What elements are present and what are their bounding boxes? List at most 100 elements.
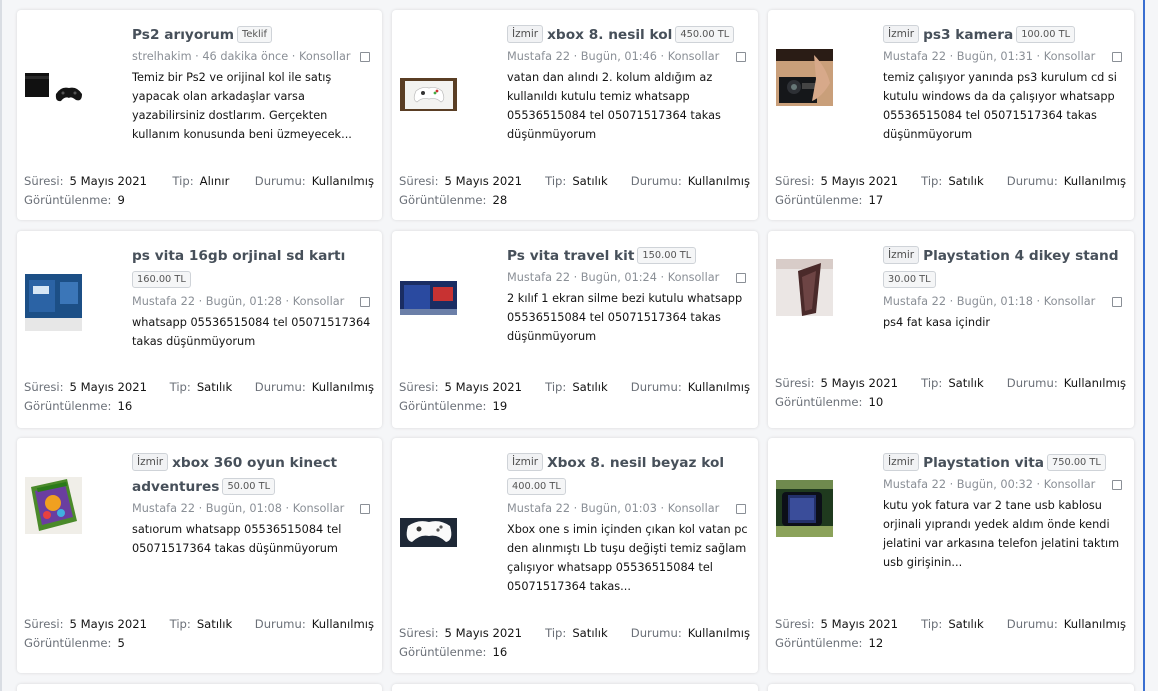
ps2-console-image[interactable] bbox=[25, 58, 82, 115]
type-field: Tip: Satılık bbox=[921, 376, 984, 390]
type-field: Tip: Satılık bbox=[921, 617, 984, 631]
seller-name[interactable]: Mustafa 22 bbox=[132, 502, 195, 515]
condition-field: Durumu: Kullanılmış bbox=[1006, 617, 1126, 631]
listing-card-partial[interactable] bbox=[17, 684, 382, 691]
category-link[interactable]: Konsollar bbox=[1044, 50, 1096, 63]
duration-field: Süresi: 5 Mayıs 2021 bbox=[24, 174, 148, 188]
seller-name[interactable]: Mustafa 22 bbox=[507, 50, 570, 63]
ps3-camera-image[interactable] bbox=[776, 49, 833, 106]
duration-field: Süresi: 5 Mayıs 2021 bbox=[399, 626, 523, 640]
listing-title-row: Ps2 arıyorum Teklif bbox=[132, 23, 372, 47]
seller-name[interactable]: Mustafa 22 bbox=[883, 50, 946, 63]
listing-card[interactable]: Ps2 arıyorum Teklif strelhakim · 46 dakik… bbox=[17, 10, 382, 220]
listing-description: satıorum whatsapp 05536515084 tel 050715… bbox=[132, 523, 342, 555]
category-link[interactable]: Konsollar bbox=[1044, 478, 1096, 491]
duration-field: Süresi: 5 Mayıs 2021 bbox=[775, 174, 899, 188]
condition-field: Durumu: Kullanılmış bbox=[630, 174, 750, 188]
ps-vita-image[interactable] bbox=[776, 480, 833, 537]
listing-title[interactable]: Ps2 arıyorum bbox=[132, 27, 234, 43]
category-link[interactable]: Konsollar bbox=[293, 295, 345, 308]
listing-title[interactable]: ps3 kamera bbox=[923, 27, 1013, 43]
type-field: Tip: Satılık bbox=[921, 174, 984, 188]
listing-card[interactable]: İzmir Playstation 4 dikey stand 30.00 TL M… bbox=[768, 231, 1134, 428]
listing-description: vatan dan alındı 2. kolum aldığım az kul… bbox=[507, 71, 721, 141]
views-field: Görüntülenme: 12 bbox=[775, 636, 884, 650]
listing-card[interactable]: İzmir xbox 360 oyun kinect adventures 50.0… bbox=[17, 438, 382, 673]
select-checkbox[interactable] bbox=[736, 52, 746, 62]
price-badge: 30.00 TL bbox=[883, 271, 936, 288]
select-checkbox[interactable] bbox=[360, 297, 370, 307]
seller-name[interactable]: Mustafa 22 bbox=[132, 295, 195, 308]
vertical-stand-image[interactable] bbox=[776, 259, 833, 316]
listing-card[interactable]: İzmir Playstation vita 750.00 TL Mustafa 2… bbox=[768, 438, 1134, 673]
category-link[interactable]: Konsollar bbox=[299, 50, 351, 63]
seller-name[interactable]: Mustafa 22 bbox=[507, 271, 570, 284]
page-left-border bbox=[0, 0, 2, 691]
posted-time: 46 dakika önce bbox=[202, 50, 289, 63]
posted-time: Bugün, 00:32 bbox=[956, 478, 1033, 491]
travel-kit-image[interactable] bbox=[400, 271, 457, 328]
duration-field: Süresi: 5 Mayıs 2021 bbox=[24, 380, 148, 394]
posted-time: Bugün, 01:24 bbox=[580, 271, 657, 284]
category-link[interactable]: Konsollar bbox=[668, 271, 720, 284]
white-controller-image[interactable] bbox=[400, 504, 457, 561]
price-badge: 450.00 TL bbox=[675, 26, 735, 43]
seller-name[interactable]: Mustafa 22 bbox=[507, 502, 570, 515]
listing-footer: Süresi: 5 Mayıs 2021 Tip: Satılık Durumu: K… bbox=[24, 615, 374, 653]
listing-footer: Süresi: 5 Mayıs 2021 Tip: Satılık Durumu: K… bbox=[775, 615, 1126, 653]
listing-footer: Süresi: 5 Mayıs 2021 Tip: Alınır Durumu: Ku… bbox=[24, 172, 374, 210]
type-field: Tip: Satılık bbox=[545, 626, 608, 640]
listing-card[interactable]: İzmir xbox 8. nesil kol 450.00 TL Mustafa … bbox=[392, 10, 758, 220]
category-link[interactable]: Konsollar bbox=[668, 50, 720, 63]
type-field: Tip: Satılık bbox=[545, 380, 608, 394]
listing-title[interactable]: Ps vita travel kit bbox=[507, 248, 634, 264]
seller-name[interactable]: strelhakim bbox=[132, 50, 192, 63]
listing-card-partial[interactable] bbox=[392, 684, 758, 691]
listing-footer: Süresi: 5 Mayıs 2021 Tip: Satılık Durumu: K… bbox=[775, 374, 1126, 412]
select-checkbox[interactable] bbox=[1112, 297, 1122, 307]
listing-title-row: İzmir ps3 kamera 100.00 TL bbox=[883, 23, 1124, 47]
duration-field: Süresi: 5 Mayıs 2021 bbox=[399, 380, 523, 394]
views-field: Görüntülenme: 5 bbox=[24, 636, 125, 650]
listing-description: kutu yok fatura var 2 tane usb kablosu o… bbox=[883, 499, 1120, 569]
category-link[interactable]: Konsollar bbox=[1044, 295, 1096, 308]
seller-name[interactable]: Mustafa 22 bbox=[883, 478, 946, 491]
listing-description: Xbox one s imin içinden çıkan kol vatan … bbox=[507, 523, 748, 593]
listing-title[interactable]: ps vita 16gb orjinal sd kartı bbox=[132, 248, 345, 264]
listing-description: whatsapp 05536515084 tel 05071517364 tak… bbox=[132, 316, 371, 348]
category-link[interactable]: Konsollar bbox=[668, 502, 720, 515]
seller-name[interactable]: Mustafa 22 bbox=[883, 295, 946, 308]
price-badge: 150.00 TL bbox=[637, 247, 697, 264]
listing-title[interactable]: xbox 8. nesil kol bbox=[547, 27, 672, 43]
select-checkbox[interactable] bbox=[360, 504, 370, 514]
xbox-controller-image[interactable] bbox=[400, 66, 457, 123]
listing-card[interactable]: Ps vita travel kit 150.00 TL Mustafa 22 ·… bbox=[392, 231, 758, 428]
listing-title-row: İzmir xbox 360 oyun kinect adventures 50.0… bbox=[132, 451, 372, 499]
posted-time: Bugün, 01:28 bbox=[205, 295, 282, 308]
listing-card[interactable]: İzmir Xbox 8. nesil beyaz kol 400.00 TL Mu… bbox=[392, 438, 758, 673]
select-checkbox[interactable] bbox=[360, 52, 370, 62]
listing-title[interactable]: Playstation vita bbox=[923, 455, 1044, 471]
select-checkbox[interactable] bbox=[736, 273, 746, 283]
game-case-image[interactable] bbox=[25, 477, 82, 534]
listing-card-partial[interactable] bbox=[768, 684, 1134, 691]
listing-title[interactable]: Xbox 8. nesil beyaz kol bbox=[547, 455, 724, 471]
type-field: Tip: Satılık bbox=[545, 174, 608, 188]
listing-meta: Mustafa 22 · Bugün, 01:24 · Konsollar bbox=[507, 269, 748, 287]
category-link[interactable]: Konsollar bbox=[293, 502, 345, 515]
posted-time: Bugün, 01:18 bbox=[956, 295, 1033, 308]
listing-footer: Süresi: 5 Mayıs 2021 Tip: Satılık Durumu: K… bbox=[399, 624, 750, 662]
price-badge: 100.00 TL bbox=[1016, 26, 1076, 43]
select-checkbox[interactable] bbox=[736, 504, 746, 514]
location-badge: İzmir bbox=[883, 246, 920, 264]
posted-time: Bugün, 01:03 bbox=[580, 502, 657, 515]
listing-card[interactable]: İzmir ps3 kamera 100.00 TL Mustafa 22 · Bu… bbox=[768, 10, 1134, 220]
condition-field: Durumu: Kullanılmış bbox=[254, 617, 374, 631]
listing-card[interactable]: ps vita 16gb orjinal sd kartı 160.00 TL M… bbox=[17, 231, 382, 428]
memory-card-image[interactable] bbox=[25, 274, 82, 331]
location-badge: İzmir bbox=[132, 453, 169, 471]
select-checkbox[interactable] bbox=[1112, 52, 1122, 62]
select-checkbox[interactable] bbox=[1112, 480, 1122, 490]
listing-title[interactable]: Playstation 4 dikey stand bbox=[923, 248, 1119, 264]
location-badge: İzmir bbox=[507, 25, 544, 43]
